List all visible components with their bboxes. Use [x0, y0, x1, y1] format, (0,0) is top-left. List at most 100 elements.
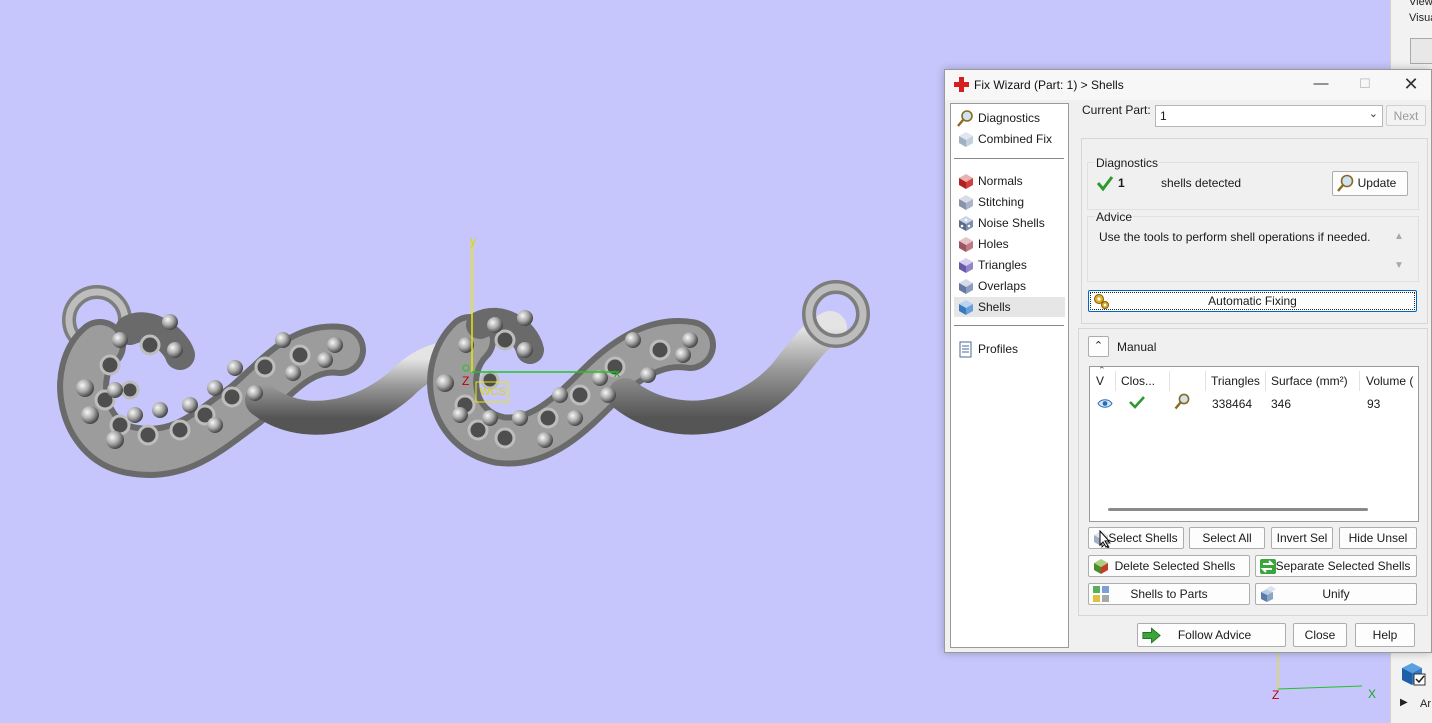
side-panel-item[interactable]: Visua — [1409, 12, 1432, 24]
separate-selected-shells-button[interactable]: Separate Selected Shells — [1255, 555, 1417, 577]
shells-to-parts-button[interactable]: Shells to Parts — [1088, 583, 1250, 605]
current-part-label: Current Part: — [1082, 103, 1151, 117]
document-icon — [959, 341, 972, 358]
eye-icon[interactable] — [1097, 398, 1113, 409]
unify-icon — [1261, 586, 1276, 602]
mouse-cursor-icon — [1099, 530, 1111, 548]
red-cross-icon — [954, 77, 969, 92]
delete-shell-icon — [1094, 559, 1108, 574]
y-axis-label: y — [470, 234, 476, 248]
cell-volume: 93 — [1367, 397, 1381, 411]
corner-x-label: X — [1368, 687, 1377, 701]
maximize-button[interactable]: ☐ — [1343, 70, 1387, 100]
minimize-button[interactable]: — — [1299, 70, 1343, 100]
nav-item-noise-shells[interactable]: Noise Shells — [954, 213, 1065, 233]
shells-to-parts-icon — [1093, 586, 1109, 602]
nav-item-combined-fix[interactable]: Combined Fix — [954, 129, 1065, 149]
green-arrow-icon — [1142, 627, 1161, 644]
cell-surface: 346 — [1271, 397, 1292, 411]
combined-fix-icon — [959, 132, 973, 147]
nav-item-diagnostics[interactable]: Diagnostics — [954, 108, 1065, 128]
gears-icon — [1094, 294, 1109, 309]
chevron-down-icon: ⌄ — [1368, 108, 1378, 120]
delete-selected-shells-button[interactable]: Delete Selected Shells — [1088, 555, 1250, 577]
corner-z-label: Z — [1272, 688, 1280, 702]
nav-separator — [954, 325, 1064, 326]
cell-triangles: 338464 — [1212, 397, 1253, 411]
nav-item-holes[interactable]: Holes — [954, 234, 1065, 254]
nav-item-profiles[interactable]: Profiles — [954, 339, 1065, 359]
select-all-button[interactable]: Select All — [1189, 527, 1265, 549]
hide-unselected-button[interactable]: Hide Unsel — [1339, 527, 1417, 549]
collapse-manual-button[interactable]: ⌃ — [1088, 336, 1109, 357]
advice-group — [1087, 216, 1419, 282]
close-window-button[interactable]: ✕ — [1389, 70, 1432, 100]
update-button[interactable]: Update — [1332, 171, 1408, 196]
side-panel-item[interactable]: View — [1409, 0, 1432, 8]
chevron-up-icon: ⌃ — [1093, 340, 1104, 352]
jewelry-chain-model — [57, 280, 870, 478]
checkmark-icon — [1096, 176, 1114, 192]
part-cube-icon[interactable] — [1398, 660, 1428, 688]
scroll-up-icon[interactable]: ▲ — [1394, 231, 1404, 242]
column-header-closed[interactable]: Clos... — [1121, 374, 1155, 388]
x-axis-label: x — [614, 366, 620, 380]
follow-advice-button[interactable]: Follow Advice — [1137, 623, 1286, 647]
column-separator — [1265, 371, 1266, 391]
magnifier-icon[interactable] — [1174, 393, 1191, 410]
nav-item-triangles[interactable]: Triangles — [954, 255, 1065, 275]
holes-cube-icon — [959, 237, 973, 252]
wizard-nav: Diagnostics Combined Fix Normals Stitchi… — [950, 103, 1069, 648]
unify-button[interactable]: Unify — [1255, 583, 1417, 605]
nav-separator — [954, 158, 1064, 159]
diagnostics-group-title: Diagnostics — [1095, 156, 1160, 170]
wcs-label: WCS — [480, 386, 506, 398]
dialog-title: Fix Wizard (Part: 1) > Shells — [974, 78, 1124, 92]
column-separator — [1359, 371, 1360, 391]
column-header-triangles[interactable]: Triangles — [1211, 374, 1260, 388]
nav-item-shells[interactable]: Shells — [954, 297, 1065, 317]
manual-title: Manual — [1117, 340, 1157, 354]
stitching-cube-icon — [959, 195, 973, 210]
z-axis-label: Z — [462, 374, 470, 388]
shells-cube-icon — [959, 300, 973, 315]
close-button[interactable]: Close — [1293, 623, 1347, 647]
invert-selection-button[interactable]: Invert Sel — [1271, 527, 1333, 549]
expand-arrow-icon[interactable]: ▶ — [1400, 697, 1408, 708]
next-button[interactable]: Next — [1386, 105, 1426, 126]
nav-item-overlaps[interactable]: Overlaps — [954, 276, 1065, 296]
magnifier-icon — [1337, 174, 1354, 192]
normals-cube-icon — [959, 174, 973, 189]
closed-check-icon — [1129, 396, 1145, 409]
current-part-value: 1 — [1160, 109, 1167, 123]
shells-table[interactable]: V ⌃ Clos... Triangles Surface (mm²) Volu… — [1089, 365, 1419, 522]
column-separator — [1205, 371, 1206, 391]
automatic-fixing-button[interactable]: Automatic Fixing — [1088, 290, 1417, 312]
view-cube-icon[interactable] — [1410, 38, 1432, 64]
advice-text: Use the tools to perform shell operation… — [1099, 230, 1371, 244]
triangles-cube-icon — [959, 258, 973, 273]
column-separator — [1115, 371, 1116, 391]
side-panel-bottom-label: Ar — [1420, 698, 1431, 710]
column-header-surface[interactable]: Surface (mm²) — [1271, 374, 1348, 388]
sort-up-icon: ⌃ — [1098, 365, 1106, 375]
magnifier-icon — [957, 110, 973, 127]
shell-count: 1 — [1118, 176, 1125, 190]
dialog-titlebar[interactable]: Fix Wizard (Part: 1) > Shells — ☐ ✕ — [945, 70, 1431, 100]
shells-detected-text: shells detected — [1161, 176, 1242, 190]
horizontal-scrollbar[interactable] — [1108, 508, 1368, 511]
noise-shells-cube-icon — [959, 216, 973, 231]
separate-shell-icon — [1260, 559, 1276, 574]
nav-item-normals[interactable]: Normals — [954, 171, 1065, 191]
help-button[interactable]: Help — [1355, 623, 1415, 647]
fix-wizard-dialog: Fix Wizard (Part: 1) > Shells — ☐ ✕ Diag… — [944, 69, 1432, 653]
overlaps-cube-icon — [959, 279, 973, 294]
advice-group-title: Advice — [1095, 210, 1134, 224]
scroll-down-icon[interactable]: ▼ — [1394, 260, 1404, 271]
nav-item-stitching[interactable]: Stitching — [954, 192, 1065, 212]
column-header-visible[interactable]: V — [1096, 374, 1104, 388]
column-header-volume[interactable]: Volume ( — [1366, 374, 1413, 388]
corner-axis-indicator — [1277, 650, 1363, 690]
current-part-select[interactable]: 1 ⌄ — [1155, 105, 1383, 127]
column-separator — [1169, 371, 1170, 391]
